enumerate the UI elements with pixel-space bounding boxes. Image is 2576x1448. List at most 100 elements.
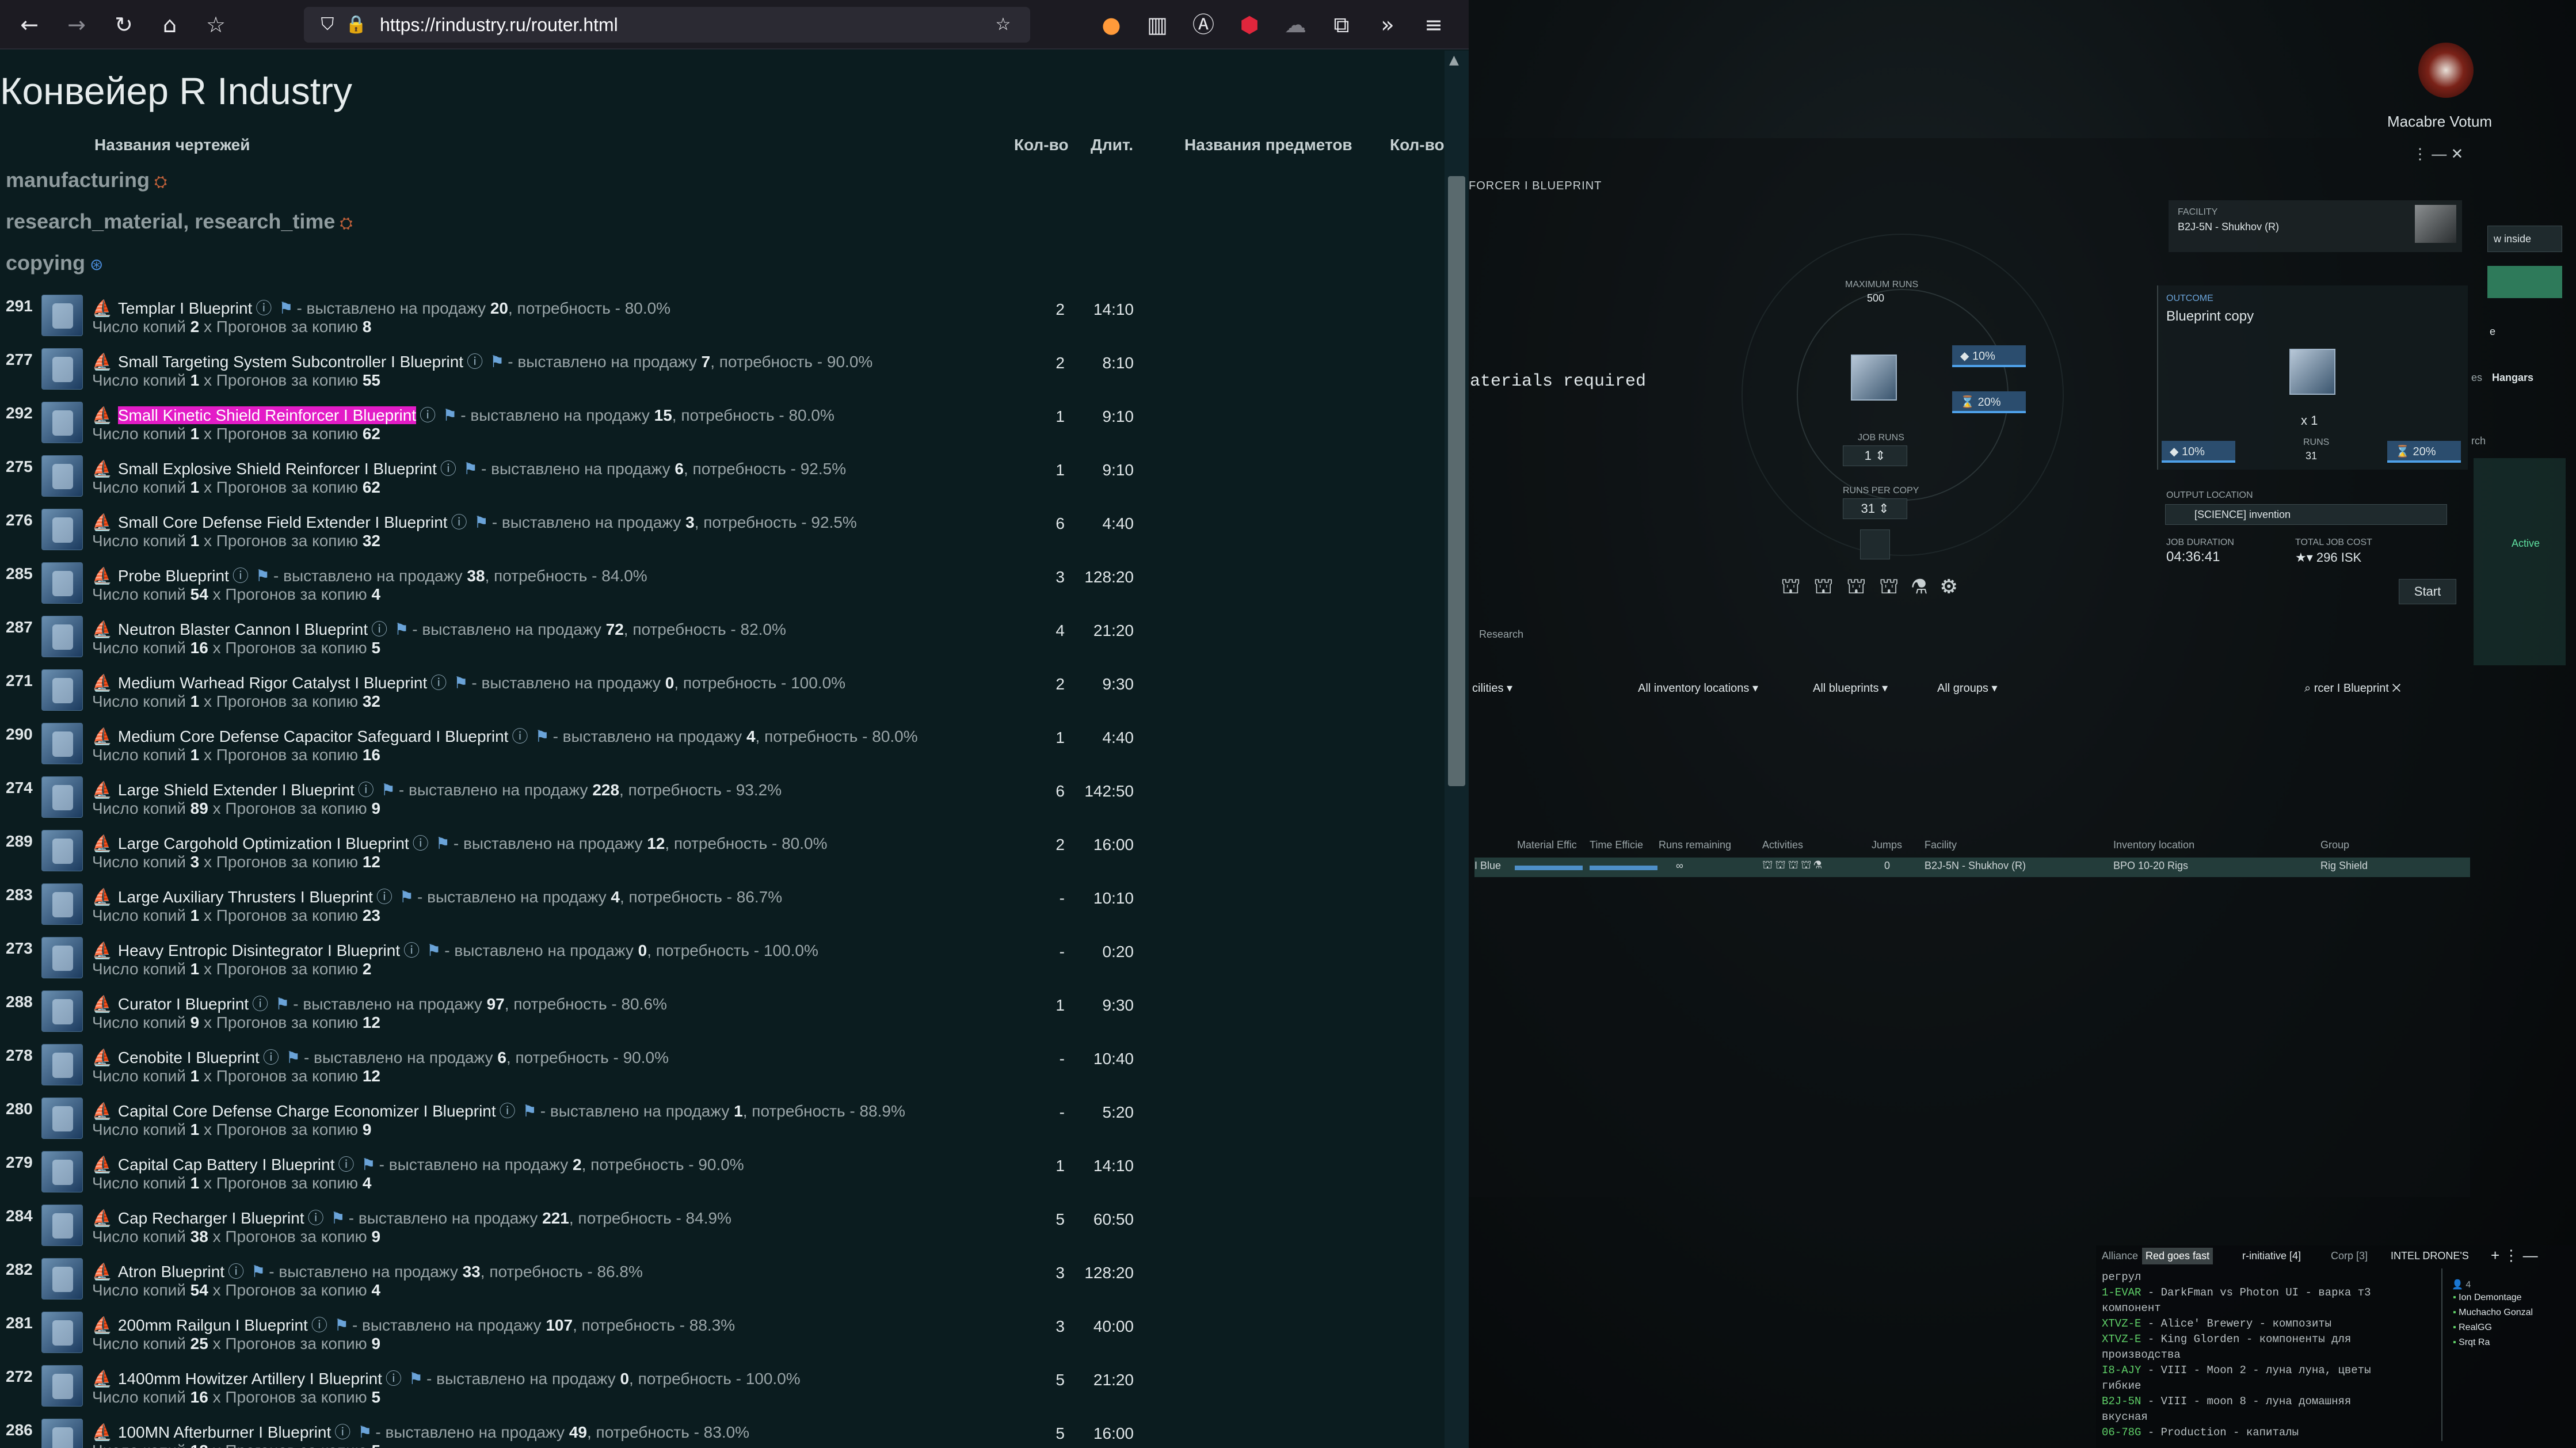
blueprint-name[interactable]: 1400mm Howitzer Artillery I Blueprint: [118, 1370, 382, 1388]
member-item[interactable]: ▪ Ion Demontage: [2453, 1293, 2522, 1303]
forward-icon[interactable]: →: [60, 8, 93, 41]
blueprint-thumbnail[interactable]: [41, 1312, 83, 1353]
table-row[interactable]: 278 ⛵ Cenobite I Blueprint ⓘ ⚑ - выставлено н…: [0, 1036, 1445, 1089]
blueprint-icon[interactable]: ⛵: [92, 352, 112, 371]
extensions-icon[interactable]: ⧉: [1325, 8, 1358, 41]
research-tab[interactable]: Research: [1479, 628, 1523, 641]
blueprint-icon[interactable]: ⛵: [92, 1262, 112, 1281]
facilities-filter[interactable]: cilities ▾: [1472, 677, 1616, 700]
character-portrait[interactable]: [2418, 43, 2474, 98]
info-icon[interactable]: ⓘ: [311, 1316, 327, 1335]
table-row[interactable]: 271 ⛵ Medium Warhead Rigor Catalyst I Blue…: [0, 661, 1445, 715]
blueprint-thumbnail[interactable]: [41, 883, 83, 925]
outcome-blueprint-icon[interactable]: [2289, 349, 2335, 395]
market-icon[interactable]: ⚑: [286, 1048, 300, 1067]
table-row[interactable]: 273 ⛵ Heavy Entropic Disintegrator I Bluep…: [0, 929, 1445, 982]
market-icon[interactable]: ⚑: [454, 673, 468, 692]
market-icon[interactable]: ⚑: [381, 780, 395, 799]
blueprints-filter[interactable]: All blueprints ▾: [1813, 677, 1928, 700]
bookmark-star-icon[interactable]: ☆: [992, 14, 1014, 36]
market-icon[interactable]: ⚑: [409, 1369, 423, 1388]
sidebar-icon[interactable]: ▥: [1141, 8, 1174, 41]
market-icon[interactable]: ⚑: [436, 834, 450, 853]
table-row[interactable]: 282 ⛵ Atron Blueprint ⓘ ⚑ - выставлено на про…: [0, 1250, 1445, 1304]
table-row[interactable]: 280 ⛵ Capital Core Defense Charge Economiz…: [0, 1089, 1445, 1143]
table-row[interactable]: 281 ⛵ 200mm Railgun I Blueprint ⓘ ⚑ - выставл…: [0, 1304, 1445, 1357]
chat-add-icon[interactable]: + ⋮ —: [2491, 1247, 2538, 1264]
extension-icon[interactable]: ☆: [199, 8, 233, 41]
container-icon[interactable]: ☁: [1279, 8, 1312, 41]
blueprint-icon[interactable]: ⛵: [92, 780, 112, 799]
info-icon[interactable]: ⓘ: [512, 727, 528, 746]
chat-tab-intel[interactable]: INTEL DRONE'S: [2391, 1250, 2469, 1262]
blueprint-icon[interactable]: ⛵: [92, 513, 112, 532]
table-row[interactable]: 274 ⛵ Large Shield Extender I Blueprint ⓘ ⚑ -…: [0, 768, 1445, 822]
market-icon[interactable]: ⚑: [443, 406, 457, 425]
blueprint-icon[interactable]: ⛵: [92, 887, 112, 906]
chat-tab-corp[interactable]: Corp [3]: [2331, 1250, 2368, 1262]
blueprint-icon[interactable]: ⛵: [92, 941, 112, 960]
info-icon[interactable]: ⓘ: [386, 1369, 402, 1388]
info-icon[interactable]: ⓘ: [263, 1048, 279, 1067]
info-icon[interactable]: ⓘ: [308, 1209, 324, 1228]
overflow-icon[interactable]: »: [1371, 8, 1404, 41]
market-icon[interactable]: ⚑: [334, 1316, 349, 1335]
market-icon[interactable]: ⚑: [256, 566, 270, 585]
blueprint-name[interactable]: Small Explosive Shield Reinforcer I Blue…: [118, 460, 437, 478]
category-manufacturing[interactable]: manufacturing ⛭: [6, 168, 167, 192]
chat-tab-initiative[interactable]: r-initiative [4]: [2242, 1250, 2301, 1262]
table-row[interactable]: 289 ⛵ Large Cargohold Optimization I Bluep…: [0, 822, 1445, 875]
table-row[interactable]: 287 ⛵ Neutron Blaster Cannon I Blueprint ⓘ ⚑…: [0, 608, 1445, 661]
addon-icon[interactable]: ●: [1095, 8, 1128, 41]
info-icon[interactable]: ⓘ: [451, 513, 467, 532]
info-icon[interactable]: ⓘ: [371, 620, 387, 639]
member-item[interactable]: ▪ Muchacho Gonzal: [2453, 1308, 2533, 1318]
table-row[interactable]: 276 ⛵ Small Core Defense Field Extender I …: [0, 501, 1445, 554]
info-icon[interactable]: ⓘ: [413, 834, 429, 853]
blueprint-name[interactable]: 200mm Railgun I Blueprint: [118, 1316, 308, 1334]
url-bar[interactable]: ⛉ 🔒 https://rindustry.ru/router.html ☆: [304, 7, 1030, 43]
blueprint-thumbnail[interactable]: [41, 723, 83, 764]
blueprint-name[interactable]: Templar I Blueprint: [118, 299, 252, 317]
info-icon[interactable]: ⓘ: [233, 566, 249, 585]
member-item[interactable]: ▪ Srqt Ra: [2453, 1338, 2490, 1348]
blueprint-icon[interactable]: ⛵: [92, 1048, 112, 1067]
blueprint-name[interactable]: Cenobite I Blueprint: [118, 1049, 260, 1066]
facility-panel[interactable]: FACILITY B2J-5N - Shukhov (R): [2169, 200, 2462, 252]
market-icon[interactable]: ⚑: [426, 941, 441, 960]
blueprint-name[interactable]: 100MN Afterburner I Blueprint: [118, 1423, 331, 1441]
page-scrollbar[interactable]: ▲: [1445, 51, 1469, 1448]
chat-tab-red-goes-fast[interactable]: Red goes fast: [2142, 1248, 2213, 1264]
menu-icon[interactable]: ≡: [1417, 8, 1450, 41]
blueprint-thumbnail[interactable]: [41, 937, 83, 978]
market-icon[interactable]: ⚑: [279, 299, 293, 318]
blueprint-name[interactable]: Capital Core Defense Charge Economizer I…: [118, 1102, 496, 1120]
blueprint-thumbnail[interactable]: [41, 1098, 83, 1139]
blueprint-thumbnail[interactable]: [41, 669, 83, 711]
blueprint-icon[interactable]: ⛵: [92, 1209, 112, 1228]
blueprint-thumbnail[interactable]: [41, 1419, 83, 1448]
job-runs-input[interactable]: 1 ⇕: [1843, 445, 1907, 466]
blueprint-table-row[interactable]: I Blue ∞ ⛫⛫⛫⛫⚗ 0 B2J-5N - Shukhov (R) BP…: [1474, 858, 2470, 877]
blueprint-thumbnail[interactable]: [41, 776, 83, 818]
blueprint-thumbnail[interactable]: [41, 1258, 83, 1300]
blueprint-icon[interactable]: ⛵: [92, 566, 112, 585]
url-text[interactable]: https://rindustry.ru/router.html: [380, 7, 618, 43]
hangars-tab[interactable]: Hangars: [2492, 372, 2533, 384]
blueprint-name[interactable]: Neutron Blaster Cannon I Blueprint: [118, 620, 368, 638]
info-icon[interactable]: ⓘ: [338, 1155, 355, 1174]
copy-slot-icon[interactable]: [1860, 529, 1890, 559]
blueprint-name[interactable]: Capital Cap Battery I Blueprint: [118, 1156, 335, 1173]
blueprint-icon[interactable]: ⛵: [92, 834, 112, 853]
info-icon[interactable]: ⓘ: [256, 299, 272, 318]
blueprint-name[interactable]: Small Core Defense Field Extender I Blue…: [118, 513, 448, 531]
blueprint-icon[interactable]: ⛵: [92, 1102, 112, 1121]
table-row[interactable]: 290 ⛵ Medium Core Defense Capacitor Safegu…: [0, 715, 1445, 768]
blueprint-name[interactable]: Cap Recharger I Blueprint: [118, 1209, 304, 1227]
table-row[interactable]: 292 ⛵ Small Kinetic Shield Reinforcer I Bl…: [0, 394, 1445, 447]
blueprint-icon[interactable]: ⛵: [92, 1369, 112, 1388]
lock-icon[interactable]: 🔒: [345, 14, 367, 36]
blueprint-icon[interactable]: ⛵: [92, 673, 112, 692]
output-location-select[interactable]: [SCIENCE] invention: [2165, 504, 2447, 525]
blueprint-icon[interactable]: [1851, 355, 1897, 401]
